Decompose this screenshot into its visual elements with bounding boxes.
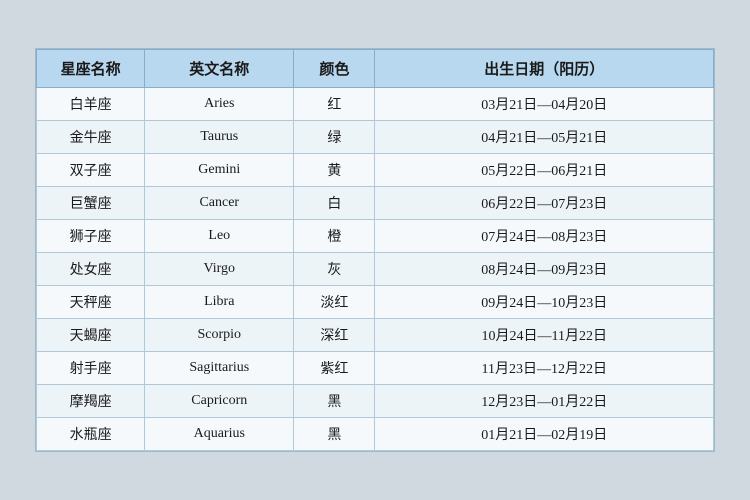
- table-row: 处女座Virgo灰08月24日—09月23日: [37, 253, 714, 286]
- cell-chinese: 摩羯座: [37, 385, 145, 418]
- cell-chinese: 天蝎座: [37, 319, 145, 352]
- table-body: 白羊座Aries红03月21日—04月20日金牛座Taurus绿04月21日—0…: [37, 88, 714, 451]
- cell-date: 03月21日—04月20日: [375, 88, 714, 121]
- cell-english: Virgo: [145, 253, 294, 286]
- cell-date: 09月24日—10月23日: [375, 286, 714, 319]
- cell-chinese: 处女座: [37, 253, 145, 286]
- cell-date: 11月23日—12月22日: [375, 352, 714, 385]
- table-row: 狮子座Leo橙07月24日—08月23日: [37, 220, 714, 253]
- zodiac-table-container: 星座名称 英文名称 颜色 出生日期（阳历） 白羊座Aries红03月21日—04…: [35, 48, 715, 452]
- cell-english: Leo: [145, 220, 294, 253]
- cell-color: 灰: [294, 253, 375, 286]
- cell-english: Cancer: [145, 187, 294, 220]
- header-english: 英文名称: [145, 50, 294, 88]
- cell-english: Sagittarius: [145, 352, 294, 385]
- cell-color: 黑: [294, 385, 375, 418]
- cell-color: 白: [294, 187, 375, 220]
- cell-chinese: 巨蟹座: [37, 187, 145, 220]
- cell-chinese: 射手座: [37, 352, 145, 385]
- cell-date: 04月21日—05月21日: [375, 121, 714, 154]
- table-row: 金牛座Taurus绿04月21日—05月21日: [37, 121, 714, 154]
- cell-color: 黄: [294, 154, 375, 187]
- cell-english: Aquarius: [145, 418, 294, 451]
- table-row: 白羊座Aries红03月21日—04月20日: [37, 88, 714, 121]
- cell-color: 绿: [294, 121, 375, 154]
- cell-chinese: 天秤座: [37, 286, 145, 319]
- cell-english: Libra: [145, 286, 294, 319]
- cell-english: Gemini: [145, 154, 294, 187]
- cell-chinese: 狮子座: [37, 220, 145, 253]
- cell-english: Capricorn: [145, 385, 294, 418]
- table-row: 双子座Gemini黄05月22日—06月21日: [37, 154, 714, 187]
- table-row: 天蝎座Scorpio深红10月24日—11月22日: [37, 319, 714, 352]
- cell-chinese: 水瓶座: [37, 418, 145, 451]
- cell-date: 12月23日—01月22日: [375, 385, 714, 418]
- header-color: 颜色: [294, 50, 375, 88]
- header-date: 出生日期（阳历）: [375, 50, 714, 88]
- cell-date: 01月21日—02月19日: [375, 418, 714, 451]
- cell-chinese: 双子座: [37, 154, 145, 187]
- table-row: 水瓶座Aquarius黑01月21日—02月19日: [37, 418, 714, 451]
- cell-color: 深红: [294, 319, 375, 352]
- cell-english: Taurus: [145, 121, 294, 154]
- table-row: 天秤座Libra淡红09月24日—10月23日: [37, 286, 714, 319]
- header-chinese: 星座名称: [37, 50, 145, 88]
- cell-color: 紫红: [294, 352, 375, 385]
- cell-date: 08月24日—09月23日: [375, 253, 714, 286]
- table-row: 巨蟹座Cancer白06月22日—07月23日: [37, 187, 714, 220]
- cell-color: 橙: [294, 220, 375, 253]
- table-row: 摩羯座Capricorn黑12月23日—01月22日: [37, 385, 714, 418]
- cell-english: Scorpio: [145, 319, 294, 352]
- cell-color: 红: [294, 88, 375, 121]
- cell-date: 10月24日—11月22日: [375, 319, 714, 352]
- cell-english: Aries: [145, 88, 294, 121]
- table-header-row: 星座名称 英文名称 颜色 出生日期（阳历）: [37, 50, 714, 88]
- cell-date: 06月22日—07月23日: [375, 187, 714, 220]
- cell-chinese: 金牛座: [37, 121, 145, 154]
- cell-date: 05月22日—06月21日: [375, 154, 714, 187]
- cell-color: 淡红: [294, 286, 375, 319]
- cell-chinese: 白羊座: [37, 88, 145, 121]
- zodiac-table: 星座名称 英文名称 颜色 出生日期（阳历） 白羊座Aries红03月21日—04…: [36, 49, 714, 451]
- table-row: 射手座Sagittarius紫红11月23日—12月22日: [37, 352, 714, 385]
- cell-color: 黑: [294, 418, 375, 451]
- cell-date: 07月24日—08月23日: [375, 220, 714, 253]
